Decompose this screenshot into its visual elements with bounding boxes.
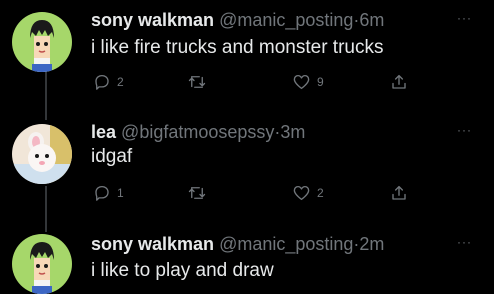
tweet-text: idgaf: [91, 146, 133, 167]
display-name[interactable]: sony walkman: [91, 234, 214, 254]
tweet-text: i like fire trucks and monster trucks: [91, 37, 384, 58]
reply-count: 1: [117, 186, 124, 200]
share-icon: [392, 185, 406, 200]
retweet-button[interactable]: [187, 71, 213, 93]
tweet[interactable]: lea @bigfatmoosepssy·3m ··· idgaf 1 2: [0, 112, 494, 224]
anime-boy-avatar-icon: [12, 234, 72, 294]
tweet-header: lea @bigfatmoosepssy·3m: [91, 121, 305, 143]
timestamp[interactable]: 2m: [359, 234, 384, 254]
retweet-icon: [188, 76, 206, 88]
user-handle[interactable]: @manic_posting: [219, 10, 353, 30]
like-button[interactable]: 2: [292, 182, 324, 204]
anime-boy-avatar-icon: [12, 12, 72, 72]
retweet-icon: [188, 187, 206, 199]
action-bar: 1 2: [91, 182, 421, 204]
avatar[interactable]: [12, 12, 72, 72]
like-count: 9: [317, 75, 324, 89]
user-handle[interactable]: @bigfatmoosepssy: [121, 122, 274, 142]
action-bar: 2 9: [91, 71, 421, 93]
tweet[interactable]: sony walkman @manic_posting·6m ··· i lik…: [0, 0, 494, 110]
tweet-text: i like to play and draw: [91, 260, 274, 281]
avatar[interactable]: [12, 234, 72, 294]
reply-icon: [95, 74, 109, 90]
like-button[interactable]: 9: [292, 71, 324, 93]
display-name[interactable]: lea: [91, 122, 116, 142]
user-handle[interactable]: @manic_posting: [219, 234, 353, 254]
share-icon: [392, 74, 406, 89]
timestamp[interactable]: 6m: [359, 10, 384, 30]
tweet[interactable]: sony walkman @manic_posting·2m ··· i lik…: [0, 222, 494, 294]
more-options-icon[interactable]: ···: [457, 236, 472, 248]
timestamp[interactable]: 3m: [280, 122, 305, 142]
heart-icon: [293, 74, 310, 90]
reply-count: 2: [117, 75, 124, 89]
like-count: 2: [317, 186, 324, 200]
share-button[interactable]: [390, 71, 408, 93]
tweet-header: sony walkman @manic_posting·2m: [91, 233, 384, 255]
heart-icon: [293, 185, 310, 201]
reply-button[interactable]: 2: [93, 71, 124, 93]
more-options-icon[interactable]: ···: [457, 12, 472, 24]
share-button[interactable]: [390, 182, 408, 204]
plush-toy-avatar-icon: [12, 124, 72, 184]
reply-button[interactable]: 1: [93, 182, 124, 204]
retweet-button[interactable]: [187, 182, 213, 204]
avatar[interactable]: [12, 124, 72, 184]
display-name[interactable]: sony walkman: [91, 10, 214, 30]
more-options-icon[interactable]: ···: [457, 124, 472, 136]
reply-icon: [95, 185, 109, 201]
tweet-header: sony walkman @manic_posting·6m: [91, 9, 384, 31]
